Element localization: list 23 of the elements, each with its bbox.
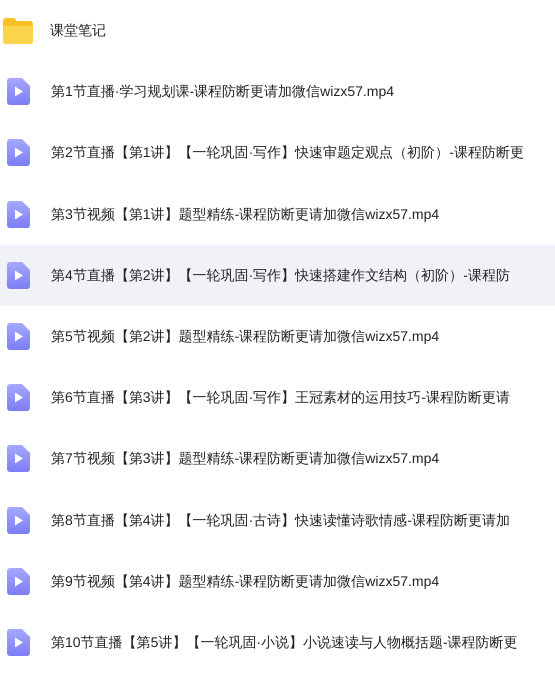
file-name: 第10节直播【第5讲】【一轮巩固·小说】小说速读与人物概括题-课程防断更 bbox=[51, 632, 518, 652]
video-file-icon bbox=[7, 78, 30, 106]
file-name: 第8节直播【第4讲】【一轮巩固·古诗】快速读懂诗歌情感-课程防断更请加 bbox=[51, 510, 510, 530]
file-name: 第1节直播·学习规划课-课程防断更请加微信wizx57.mp4 bbox=[51, 82, 394, 102]
video-file-icon bbox=[7, 323, 30, 350]
file-row[interactable]: 第4节直播【第2讲】【一轮巩固·写作】快速搭建作文结构（初阶）-课程防 bbox=[0, 244, 555, 306]
file-name: 第6节直播【第3讲】【一轮巩固·写作】王冠素材的运用技巧-课程防断更请 bbox=[51, 388, 510, 408]
video-file-icon bbox=[7, 445, 30, 472]
video-file-icon bbox=[7, 262, 30, 289]
file-name: 第9节视频【第4讲】题型精练-课程防断更请加微信wizx57.mp4 bbox=[51, 572, 440, 591]
file-name: 第4节直播【第2讲】【一轮巩固·写作】快速搭建作文结构（初阶）-课程防 bbox=[51, 266, 510, 285]
video-file-icon bbox=[7, 506, 30, 534]
file-name: 课堂笔记 bbox=[50, 21, 106, 40]
video-file-icon bbox=[7, 139, 30, 166]
file-name: 第7节视频【第3讲】题型精练-课程防断更请加微信wizx57.mp4 bbox=[51, 449, 440, 468]
file-name: 第5节视频【第2讲】题型精练-课程防断更请加微信wizx57.mp4 bbox=[51, 327, 440, 346]
video-file-icon bbox=[7, 568, 30, 595]
file-name: 第2节直播【第1讲】【一轮巩固·写作】快速审题定观点（初阶）-课程防断更 bbox=[51, 143, 524, 162]
file-name: 第3节视频【第1讲】题型精练-课程防断更请加微信wizx57.mp4 bbox=[51, 204, 440, 224]
folder-icon bbox=[3, 18, 33, 44]
video-file-icon bbox=[7, 628, 30, 656]
video-file-icon bbox=[7, 200, 30, 228]
video-file-icon bbox=[7, 384, 30, 412]
